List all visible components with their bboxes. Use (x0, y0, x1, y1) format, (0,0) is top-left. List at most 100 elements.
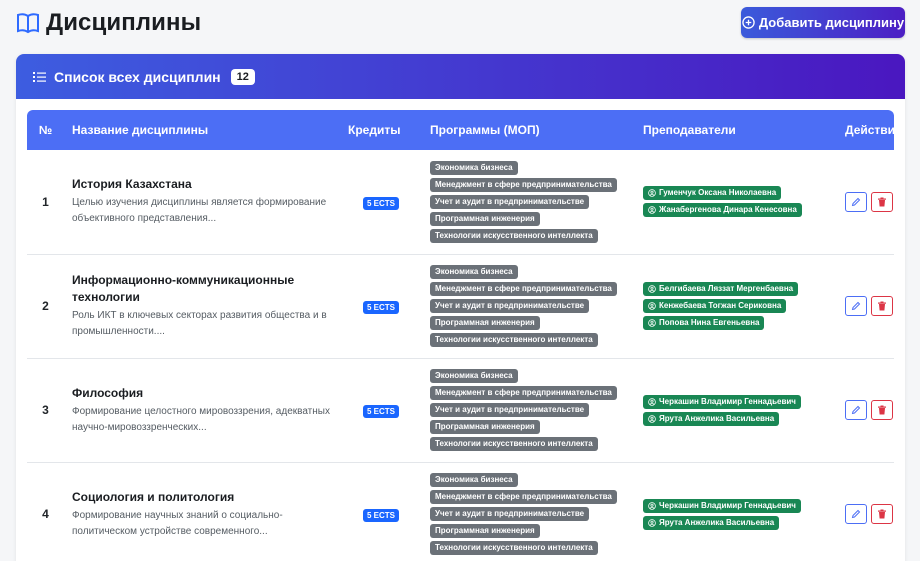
row-number: 1 (42, 194, 49, 209)
discipline-description: Роль ИКТ в ключевых секторах развития об… (72, 310, 327, 337)
user-circle-icon (648, 518, 656, 527)
row-discipline-cell: Социология и политология Формирование на… (64, 462, 340, 561)
discipline-description: Формирование целостного мировоззрения, а… (72, 405, 330, 433)
teacher-name: Попова Нина Евгеньевна (659, 318, 760, 327)
user-circle-icon (648, 206, 656, 215)
user-circle-icon (648, 414, 656, 423)
trash-icon (878, 509, 887, 519)
pencil-icon (851, 197, 861, 206)
program-list: Экономика бизнеса Менеджмент в сфере пред… (430, 473, 627, 555)
teacher-badge: Ярута Анжелика Васильевна (643, 515, 780, 530)
row-actions-cell (837, 254, 894, 358)
teacher-badge: Ярута Анжелика Васильевна (643, 411, 780, 426)
program-badge: Экономика бизнеса (430, 160, 518, 175)
edit-button[interactable] (845, 400, 867, 420)
discipline-name: Информационно-коммуникационные технологи… (72, 273, 295, 304)
program-badge: Учет и аудит в предпринимательстве (430, 299, 590, 313)
card-title: Список всех дисциплин (54, 68, 221, 85)
program-badge: Менеджмент в сфере предпринимательства (430, 386, 617, 400)
plus-circle-icon (742, 16, 755, 29)
table-row: 1 История Казахстана Целью изучения дисц… (27, 150, 894, 254)
credits-badge: 5 ECTS (362, 196, 399, 210)
teacher-name: Черкашин Владимир Геннадьевич (659, 396, 796, 406)
program-badge: Учет и аудит в предпринимательстве (430, 403, 590, 417)
delete-button[interactable] (871, 191, 894, 212)
disciplines-table-wrap: № Название дисциплины Кредиты Программы … (27, 110, 902, 561)
teacher-name: Ярута Анжелика Васильевна (659, 413, 775, 423)
row-actions-cell (837, 150, 894, 254)
trash-icon (878, 301, 887, 311)
program-badge: Технологии искусственного интеллекта (430, 437, 598, 451)
teacher-list: Черкашин Владимир Геннадьевич Ярута Анжел… (643, 394, 829, 426)
teacher-badge: Белгибаева Ляззат Мергенбаевна (643, 282, 799, 296)
teacher-name: Белгибаева Ляззат Мергенбаевна (659, 284, 794, 293)
teacher-badge: Черкашин Владимир Геннадьевич (643, 498, 801, 513)
trash-icon (878, 197, 887, 207)
pencil-icon (851, 301, 861, 311)
user-circle-icon (648, 501, 656, 510)
user-circle-icon (648, 319, 656, 327)
column-header-teachers: Преподаватели (643, 123, 736, 137)
pencil-icon (851, 509, 861, 519)
row-teachers-cell: Гуменчук Оксана Николаевна Жанабергенова … (635, 150, 837, 254)
row-actions-cell (837, 462, 894, 561)
program-badge: Экономика бизнеса (430, 473, 518, 487)
count-badge: 12 (230, 68, 255, 85)
add-discipline-label: Добавить дисциплину (758, 15, 905, 30)
discipline-description: Формирование научных знаний о социально-… (72, 509, 283, 537)
add-discipline-button[interactable]: Добавить дисциплину (741, 7, 905, 38)
teacher-badge: Кенжебаева Тогжан Сериковна (643, 299, 787, 313)
page-title: Дисциплины (16, 9, 201, 37)
program-badge: Менеджмент в сфере предпринимательства (430, 490, 617, 504)
teacher-name: Гуменчук Оксана Николаевна (659, 188, 777, 198)
discipline-name: Социология и политология (72, 489, 235, 504)
user-circle-icon (648, 302, 656, 310)
card-header: Список всех дисциплин 12 (16, 54, 905, 99)
delete-button[interactable] (871, 296, 894, 316)
row-credits-cell: 5 ECTS (340, 462, 422, 561)
row-number: 2 (42, 299, 49, 313)
row-teachers-cell: Белгибаева Ляззат Мергенбаевна Кенжебаева… (635, 254, 837, 358)
edit-button[interactable] (845, 504, 867, 524)
row-discipline-cell: История Казахстана Целью изучения дисцип… (64, 150, 340, 254)
page-title-text: Дисциплины (46, 9, 202, 36)
program-badge: Экономика бизнеса (430, 265, 518, 279)
user-circle-icon (648, 285, 656, 293)
trash-icon (878, 405, 887, 415)
row-programs-cell: Экономика бизнеса Менеджмент в сфере пред… (422, 358, 635, 462)
teacher-name: Ярута Анжелика Васильевна (659, 517, 775, 527)
credits-badge: 5 ECTS (362, 509, 399, 522)
table-row: 3 Философия Формирование целостного миро… (27, 358, 894, 462)
credits-badge: 5 ECTS (362, 301, 399, 314)
program-badge: Технологии искусственного интеллекта (430, 333, 598, 347)
edit-button[interactable] (845, 191, 867, 212)
program-badge: Технологии искусственного интеллекта (430, 541, 598, 555)
delete-button[interactable] (871, 504, 894, 524)
row-credits-cell: 5 ECTS (340, 358, 422, 462)
row-credits-cell: 5 ECTS (340, 150, 422, 254)
program-list: Экономика бизнеса Менеджмент в сфере пред… (430, 369, 627, 451)
row-discipline-cell: Информационно-коммуникационные технологи… (64, 254, 340, 358)
teacher-list: Гуменчук Оксана Николаевна Жанабергенова … (643, 186, 829, 218)
credits-badge: 5 ECTS (362, 405, 399, 418)
edit-button[interactable] (845, 296, 867, 316)
column-header-name: Название дисциплины (72, 123, 209, 137)
column-header-number: № (38, 123, 53, 137)
row-programs-cell: Экономика бизнеса Менеджмент в сфере пред… (422, 254, 635, 358)
delete-button[interactable] (871, 400, 894, 420)
user-circle-icon (648, 397, 656, 406)
teacher-badge: Попова Нина Евгеньевна (643, 316, 765, 330)
list-icon (33, 71, 46, 82)
row-programs-cell: Экономика бизнеса Менеджмент в сфере пред… (422, 150, 635, 254)
column-header-credits: Кредиты (348, 123, 401, 137)
program-badge: Учет и аудит в предпринимательстве (430, 194, 590, 209)
table-row: 4 Социология и политология Формирование … (27, 462, 894, 561)
row-number: 4 (42, 507, 49, 521)
program-badge: Технологии искусственного интеллекта (430, 228, 598, 243)
program-badge: Программная инженерия (430, 420, 540, 434)
program-badge: Программная инженерия (430, 211, 540, 226)
pencil-icon (851, 405, 861, 415)
top-bar: Дисциплины Добавить дисциплину (0, 0, 920, 48)
teacher-name: Черкашин Владимир Геннадьевич (659, 500, 796, 510)
teacher-badge: Гуменчук Оксана Николаевна (643, 186, 782, 201)
